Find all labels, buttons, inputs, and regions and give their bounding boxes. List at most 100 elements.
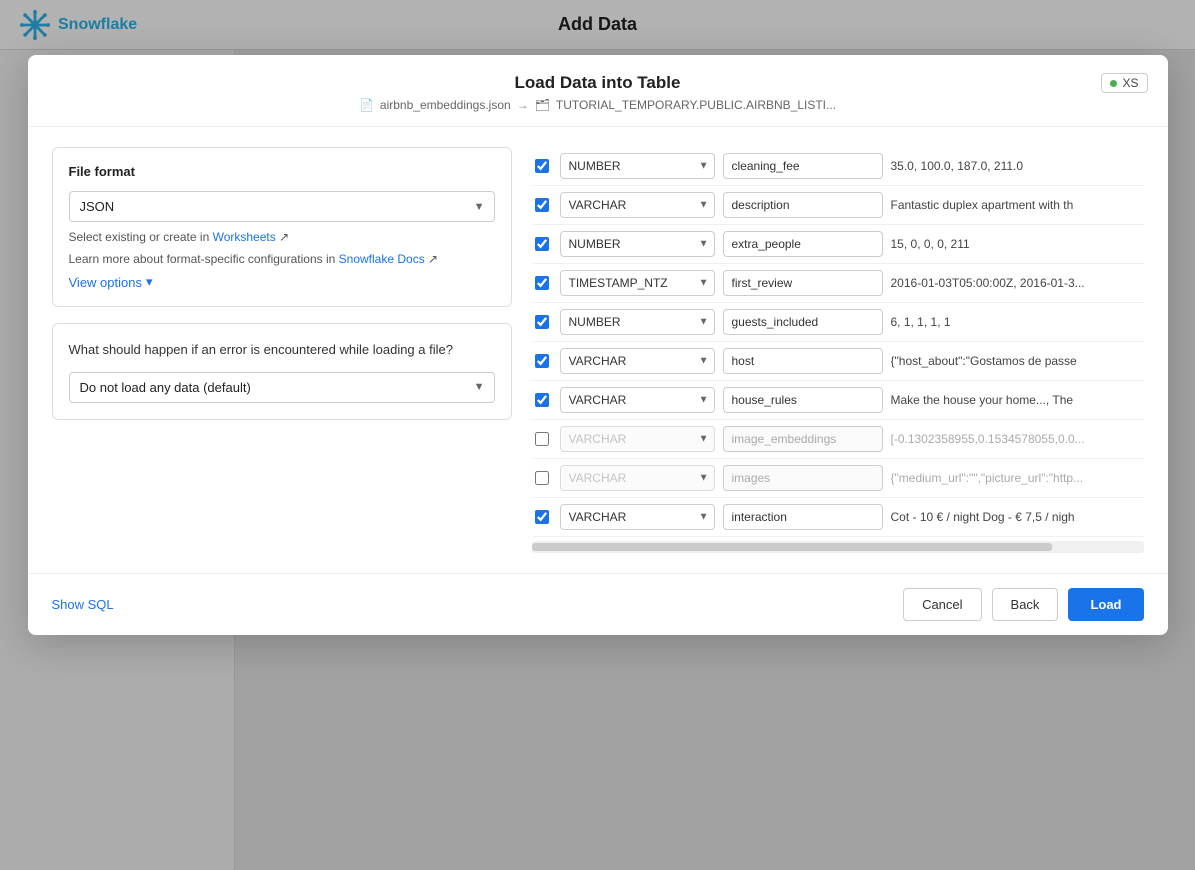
row-checkbox[interactable] (535, 393, 549, 407)
type-select-wrapper: NUMBERVARCHARTIMESTAMP_NTZBOOLEANFLOATIN… (560, 387, 715, 413)
row-checkbox-wrapper (532, 237, 552, 251)
col-name-input[interactable] (723, 231, 883, 257)
type-select-wrapper: NUMBERVARCHARTIMESTAMP_NTZBOOLEANFLOATIN… (560, 153, 715, 179)
row-checkbox-wrapper (532, 393, 552, 407)
table-row: NUMBERVARCHARTIMESTAMP_NTZBOOLEANFLOATIN… (532, 459, 1144, 498)
col-name-wrapper (723, 231, 883, 257)
footer-actions: Cancel Back Load (903, 588, 1143, 621)
row-checkbox[interactable] (535, 510, 549, 524)
row-checkbox-wrapper (532, 432, 552, 446)
type-select-wrapper: NUMBERVARCHARTIMESTAMP_NTZBOOLEANFLOATIN… (560, 504, 715, 530)
left-panel: File format JSON CSV PARQUET AVRO ORC ▼ … (52, 147, 512, 553)
col-name-input[interactable] (723, 270, 883, 296)
type-select[interactable]: NUMBERVARCHARTIMESTAMP_NTZBOOLEANFLOATIN… (560, 426, 715, 452)
col-name-input[interactable] (723, 426, 883, 452)
file-format-select-wrapper: JSON CSV PARQUET AVRO ORC ▼ (69, 191, 495, 222)
type-select-wrapper: NUMBERVARCHARTIMESTAMP_NTZBOOLEANFLOATIN… (560, 465, 715, 491)
col-name-wrapper (723, 348, 883, 374)
horizontal-scrollbar-thumb (532, 543, 1052, 551)
col-name-input[interactable] (723, 348, 883, 374)
type-select[interactable]: NUMBERVARCHARTIMESTAMP_NTZBOOLEANFLOATIN… (560, 387, 715, 413)
table-row: NUMBERVARCHARTIMESTAMP_NTZBOOLEANFLOATIN… (532, 225, 1144, 264)
modal-body: File format JSON CSV PARQUET AVRO ORC ▼ … (28, 127, 1168, 573)
table-row: NUMBERVARCHARTIMESTAMP_NTZBOOLEANFLOATIN… (532, 381, 1144, 420)
modal-subtitle: 📄 airbnb_embeddings.json → 🗂 TUTORIAL_TE… (359, 98, 836, 112)
table-scroll[interactable]: NUMBERVARCHARTIMESTAMP_NTZBOOLEANFLOATIN… (532, 147, 1144, 537)
col-name-input[interactable] (723, 465, 883, 491)
col-name-input[interactable] (723, 153, 883, 179)
row-checkbox[interactable] (535, 315, 549, 329)
snowflake-docs-link[interactable]: Snowflake Docs (339, 252, 425, 266)
table-icon: 🗂 (535, 98, 550, 112)
type-select-wrapper: NUMBERVARCHARTIMESTAMP_NTZBOOLEANFLOATIN… (560, 231, 715, 257)
type-select[interactable]: NUMBERVARCHARTIMESTAMP_NTZBOOLEANFLOATIN… (560, 465, 715, 491)
file-format-title: File format (69, 164, 495, 179)
row-checkbox[interactable] (535, 471, 549, 485)
table-row: NUMBERVARCHARTIMESTAMP_NTZBOOLEANFLOATIN… (532, 147, 1144, 186)
row-checkbox[interactable] (535, 354, 549, 368)
type-select-wrapper: NUMBERVARCHARTIMESTAMP_NTZBOOLEANFLOATIN… (560, 309, 715, 335)
columns-table: NUMBERVARCHARTIMESTAMP_NTZBOOLEANFLOATIN… (532, 147, 1144, 537)
target-table: TUTORIAL_TEMPORARY.PUBLIC.AIRBNB_LISTI..… (556, 98, 836, 112)
col-name-input[interactable] (723, 192, 883, 218)
type-select[interactable]: NUMBERVARCHARTIMESTAMP_NTZBOOLEANFLOATIN… (560, 348, 715, 374)
col-name-input[interactable] (723, 504, 883, 530)
xs-label: XS (1122, 76, 1138, 90)
col-preview: 2016-01-03T05:00:00Z, 2016-01-3... (891, 276, 1144, 290)
cancel-button[interactable]: Cancel (903, 588, 981, 621)
table-row: NUMBERVARCHARTIMESTAMP_NTZBOOLEANFLOATIN… (532, 303, 1144, 342)
type-select[interactable]: NUMBERVARCHARTIMESTAMP_NTZBOOLEANFLOATIN… (560, 192, 715, 218)
col-preview: Cot - 10 € / night Dog - € 7,5 / nigh (891, 510, 1144, 524)
type-select[interactable]: NUMBERVARCHARTIMESTAMP_NTZBOOLEANFLOATIN… (560, 504, 715, 530)
type-select-wrapper: NUMBERVARCHARTIMESTAMP_NTZBOOLEANFLOATIN… (560, 192, 715, 218)
row-checkbox-wrapper (532, 276, 552, 290)
col-preview: [-0.1302358955,0.1534578055,0.0... (891, 432, 1144, 446)
col-name-wrapper (723, 426, 883, 452)
col-name-wrapper (723, 504, 883, 530)
type-select[interactable]: NUMBERVARCHARTIMESTAMP_NTZBOOLEANFLOATIN… (560, 231, 715, 257)
type-select[interactable]: NUMBERVARCHARTIMESTAMP_NTZBOOLEANFLOATIN… (560, 309, 715, 335)
file-format-box: File format JSON CSV PARQUET AVRO ORC ▼ … (52, 147, 512, 307)
worksheets-link[interactable]: Worksheets (213, 230, 276, 244)
type-select[interactable]: NUMBERVARCHARTIMESTAMP_NTZBOOLEANFLOATIN… (560, 153, 715, 179)
error-handling-select[interactable]: Do not load any data (default) Skip file… (69, 372, 495, 403)
row-checkbox[interactable] (535, 432, 549, 446)
row-checkbox[interactable] (535, 159, 549, 173)
table-row: NUMBERVARCHARTIMESTAMP_NTZBOOLEANFLOATIN… (532, 420, 1144, 459)
row-checkbox[interactable] (535, 198, 549, 212)
col-name-wrapper (723, 153, 883, 179)
type-select-wrapper: NUMBERVARCHARTIMESTAMP_NTZBOOLEANFLOATIN… (560, 348, 715, 374)
back-button[interactable]: Back (992, 588, 1059, 621)
col-name-wrapper (723, 192, 883, 218)
col-name-input[interactable] (723, 309, 883, 335)
table-row: NUMBERVARCHARTIMESTAMP_NTZBOOLEANFLOATIN… (532, 186, 1144, 225)
col-name-wrapper (723, 387, 883, 413)
show-sql-button[interactable]: Show SQL (52, 597, 114, 612)
error-handling-select-wrapper: Do not load any data (default) Skip file… (69, 372, 495, 403)
load-button[interactable]: Load (1068, 588, 1143, 621)
col-name-input[interactable] (723, 387, 883, 413)
type-select-wrapper: NUMBERVARCHARTIMESTAMP_NTZBOOLEANFLOATIN… (560, 426, 715, 452)
row-checkbox[interactable] (535, 237, 549, 251)
row-checkbox[interactable] (535, 276, 549, 290)
worksheets-help: Select existing or create in Worksheets … (69, 230, 495, 244)
docs-help: Learn more about format-specific configu… (69, 252, 495, 266)
modal-footer: Show SQL Cancel Back Load (28, 573, 1168, 635)
error-handling-title: What should happen if an error is encoun… (69, 340, 495, 360)
row-checkbox-wrapper (532, 354, 552, 368)
arrow-icon: → (517, 98, 529, 112)
type-select-wrapper: NUMBERVARCHARTIMESTAMP_NTZBOOLEANFLOATIN… (560, 270, 715, 296)
col-preview: Make the house your home..., The (891, 393, 1144, 407)
view-options-button[interactable]: View options ▾ (69, 274, 153, 290)
row-checkbox-wrapper (532, 198, 552, 212)
error-handling-box: What should happen if an error is encoun… (52, 323, 512, 420)
modal-header-content: Load Data into Table 📄 airbnb_embeddings… (359, 73, 836, 112)
col-preview: 6, 1, 1, 1, 1 (891, 315, 1144, 329)
col-name-wrapper (723, 465, 883, 491)
col-name-wrapper (723, 309, 883, 335)
xs-dot (1110, 80, 1117, 87)
col-preview: Fantastic duplex apartment with th (891, 198, 1144, 212)
horizontal-scrollbar[interactable] (532, 541, 1144, 553)
file-format-select[interactable]: JSON CSV PARQUET AVRO ORC (69, 191, 495, 222)
type-select[interactable]: NUMBERVARCHARTIMESTAMP_NTZBOOLEANFLOATIN… (560, 270, 715, 296)
